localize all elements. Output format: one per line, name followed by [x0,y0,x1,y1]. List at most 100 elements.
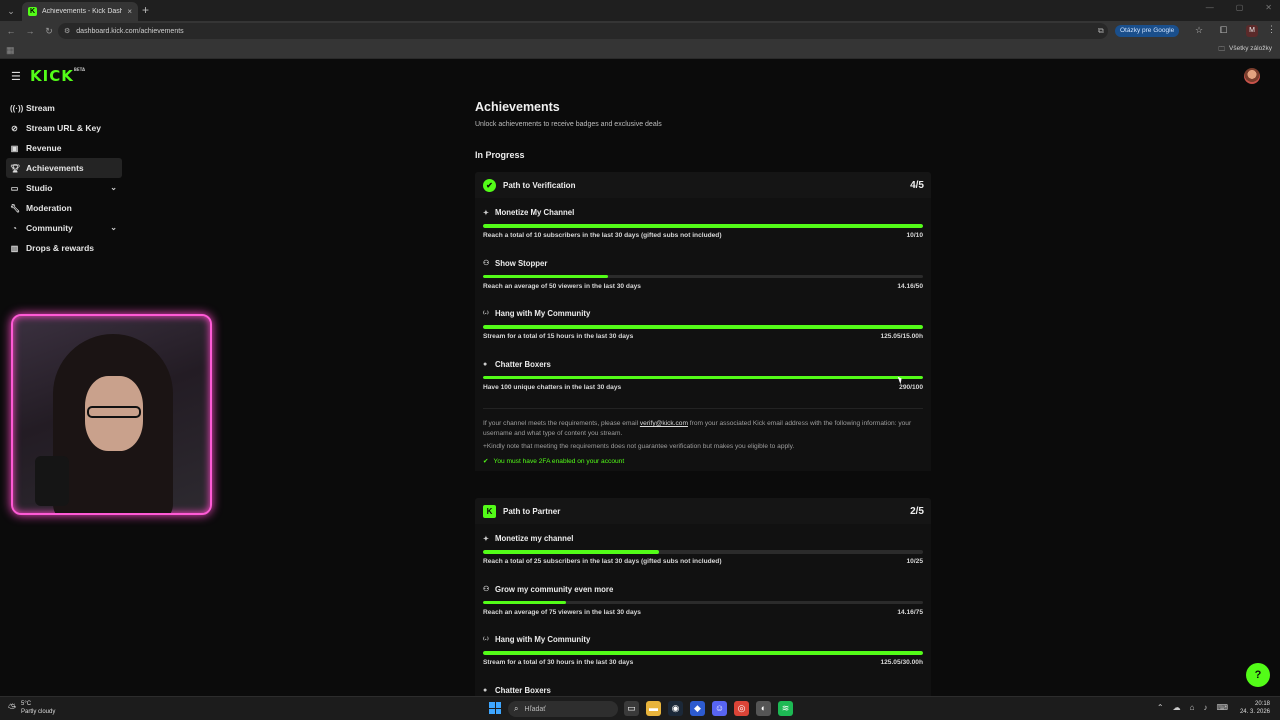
network-icon[interactable]: ⌂ [1190,703,1195,712]
verification-card: ✔ Path to Verification 4/5 ✦ Monetize My … [475,172,931,471]
minimize-icon[interactable]: — [1206,3,1214,12]
achievement-title: Monetize my channel [495,534,574,543]
achievement-value: 10/25 [906,558,923,565]
windows-taskbar: ⛅︎ 5°C Partly cloudy ⌕ Hľadať ▭ ▬ ◉ ◆ ☺ ◎… [0,696,1280,720]
dashboard-page: ☰ KICKBETA ((·)) Stream ⊘ Stream URL & K… [0,60,1280,704]
clock-date: 24. 3. 2026 [1239,709,1270,715]
achievement-value: 14.16/75 [897,608,923,616]
tab-close-icon[interactable]: × [127,7,132,16]
gift-icon: ▥ [10,243,19,253]
achievement-item: ✦ Monetize my channel Reach a total of 25… [483,530,923,581]
achievement-title: Hang with My Community [495,309,591,318]
windows-start-icon[interactable] [489,702,501,714]
forward-icon[interactable]: → [22,23,38,39]
chevron-down-icon[interactable]: ⌄ [110,223,117,232]
sidebar-item-stream-url-key[interactable]: ⊘ Stream URL & Key [6,118,122,138]
more-menu-icon[interactable]: ⋮ [1267,24,1276,35]
browser-tab[interactable]: K Achievements - Kick Dashboard × [22,2,138,21]
progress-bar [483,375,923,379]
link-icon: ⊘ [11,123,18,133]
browser-tabstrip: ⌄ K Achievements - Kick Dashboard × + — … [0,0,1280,21]
spotify-icon[interactable]: ≋ [778,701,793,716]
progress-bar [483,550,923,554]
sidebar-item-moderation[interactable]: 🔧︎ Moderation [6,198,122,218]
reload-icon[interactable]: ↻ [41,23,57,39]
sidebar-item-label: Stream URL & Key [26,123,101,133]
sidebar-item-achievements[interactable]: 🏆︎ Achievements [6,158,122,178]
achievement-item: ✦ Monetize My Channel Reach a total of 10… [483,204,923,255]
kick-logo[interactable]: KICKBETA [30,67,85,85]
wrench-icon: 🔧︎ [10,203,21,213]
volume-icon[interactable]: ♪ [1203,703,1207,712]
menu-toggle-icon[interactable]: ☰ [11,70,21,83]
translate-icon[interactable]: ⧉ [1098,26,1104,36]
site-info-icon[interactable]: ⚙ [64,27,70,35]
achievement-description: Reach an average of 50 viewers in the la… [483,282,641,290]
help-chat-button[interactable]: ? [1246,663,1270,687]
apps-grid-icon[interactable]: ▦ [6,45,15,56]
tab-search-icon[interactable]: ⌄ [4,4,18,18]
close-window-icon[interactable]: ✕ [1265,3,1272,12]
chevron-down-icon[interactable]: ⌄ [110,183,117,192]
kick-k-badge-icon: K [483,504,496,518]
sidebar-item-stream[interactable]: ((·)) Stream [6,98,122,118]
achievement-item: ⚇ Grow my community even more Reach an av… [483,581,923,632]
sidebar-item-community[interactable]: ◔ Community ⌄ [6,218,122,238]
card-title: Path to Verification [503,180,576,190]
cloud-icon[interactable]: ☁ [1173,703,1181,712]
sidebar-item-revenue[interactable]: ▣ Revenue [6,138,122,158]
chat-bubble-icon: ● [483,360,488,368]
achievement-description: Stream for a total of 30 hours in the la… [483,659,634,666]
section-title-in-progress: In Progress [475,150,525,160]
sidebar-item-label: Community [26,223,73,233]
steam-icon[interactable]: ◉ [668,701,683,716]
app-icon[interactable]: ◆ [690,701,705,716]
achievement-title: Hang with My Community [495,635,591,644]
address-bar[interactable]: ⚙ dashboard.kick.com/achievements [58,23,1108,39]
sidebar-item-drops-rewards[interactable]: ▥ Drops & rewards [6,238,122,258]
page-title: Achievements [475,100,560,114]
stream-icon: ((·)) [10,103,24,113]
kick-favicon-icon: K [28,7,37,16]
sparkle-icon: ✦ [483,535,489,543]
extensions-icon[interactable]: ⧠ [1220,25,1227,36]
taskbar-search[interactable]: ⌕ Hľadať [508,701,618,717]
ask-google-button[interactable]: Otázky pre Google [1115,25,1180,37]
weather-temp: 5°C [21,701,32,707]
verification-instructions: If your channel meets the requirements, … [483,419,923,439]
achievement-item: ⚇ Show Stopper Reach an average of 50 vie… [483,255,923,306]
sidebar-nav: ((·)) Stream ⊘ Stream URL & Key ▣ Revenu… [6,98,122,258]
profile-button[interactable]: M [1246,25,1258,37]
achievement-title: Chatter Boxers [495,359,551,369]
bookmarks-bar: ▦ 🗀 Všetky záložky [0,41,1280,59]
taskbar-clock[interactable]: 20:18 24. 3. 2026 [1240,700,1270,716]
weather-widget[interactable]: ⛅︎ 5°C Partly cloudy [8,700,55,716]
user-avatar[interactable] [1244,68,1260,84]
verify-email-link[interactable]: verify@kick.com [640,420,688,427]
discord-icon[interactable]: ☺ [712,701,727,716]
new-tab-button[interactable]: + [142,3,149,17]
twofa-text: You must have 2FA enabled on your accoun… [493,457,625,465]
file-explorer-icon[interactable]: ▬ [646,701,661,716]
achievements-main: Achievements Unlock achievements to rece… [475,100,931,704]
achievement-description: Reach a total of 10 subscribers in the l… [483,232,722,239]
weather-desc: Partly cloudy [21,709,56,715]
achievement-description: Stream for a total of 15 hours in the la… [483,333,634,340]
achievement-title: Monetize My Channel [495,208,575,217]
progress-bar [483,224,923,228]
keyboard-icon[interactable]: ⌨ [1216,703,1228,712]
card-progress-count: 2/5 [910,505,924,517]
all-bookmarks-button[interactable]: 🗀 Všetky záložky [1219,45,1273,56]
community-icon: ◔ [12,223,17,233]
taskbar-apps: ▭ ▬ ◉ ◆ ☺ ◎ ◐ ≋ [624,701,793,716]
tray-expand-icon[interactable]: ⌃ [1157,703,1164,712]
chrome-icon[interactable]: ◎ [734,701,749,716]
broadcast-icon: ⁽·⁾ [483,636,489,644]
task-view-icon[interactable]: ▭ [624,701,639,716]
back-icon[interactable]: ← [3,23,19,39]
users-icon: ⚇ [483,586,490,593]
obs-icon[interactable]: ◐ [756,701,771,716]
bookmark-star-icon[interactable]: ☆ [1195,25,1203,36]
sidebar-item-studio[interactable]: ▭ Studio ⌄ [6,178,122,198]
maximize-icon[interactable]: ▢ [1236,3,1244,12]
